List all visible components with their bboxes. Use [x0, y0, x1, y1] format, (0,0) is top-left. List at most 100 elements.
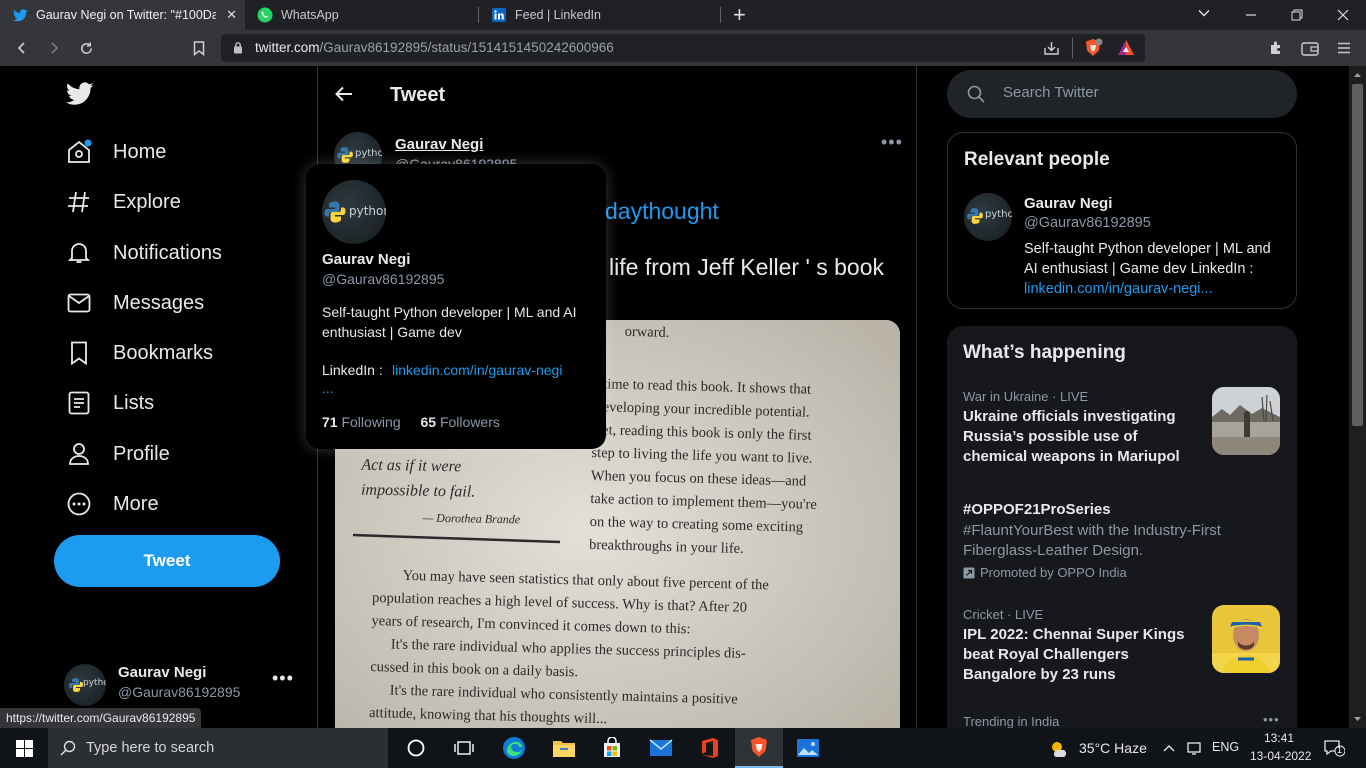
nav-item-profile[interactable]: Profile: [66, 434, 170, 474]
search-box[interactable]: [947, 70, 1297, 118]
page-scrollbar[interactable]: [1349, 66, 1366, 728]
person-handle[interactable]: @Gaurav86192895: [1024, 215, 1151, 231]
person-bio-text: Self-taught Python developer | ML and AI…: [1024, 241, 1271, 277]
back-icon[interactable]: [12, 38, 32, 58]
weather-icon[interactable]: [1048, 739, 1070, 762]
hovercard-bio: Self-taught Python developer | ML and AI…: [322, 304, 577, 340]
brave-browser-icon[interactable]: [735, 728, 783, 768]
extensions-icon[interactable]: [1266, 38, 1286, 58]
avatar[interactable]: python: [322, 180, 386, 244]
download-icon[interactable]: [1043, 40, 1060, 61]
trend-item[interactable]: War in Ukraine · LIVE Ukraine officials …: [963, 389, 1201, 467]
tab-divider: [720, 7, 721, 23]
whats-happening-panel: What’s happening War in Ukraine · LIVE U…: [947, 326, 1297, 728]
tab-whatsapp[interactable]: WhatsApp: [245, 0, 478, 30]
trend-thumbnail[interactable]: [1212, 387, 1280, 455]
reload-icon[interactable]: [76, 38, 96, 58]
windows-start-button[interactable]: [0, 728, 48, 768]
task-view-icon[interactable]: [440, 728, 488, 768]
bookmark-page-icon[interactable]: [189, 38, 209, 58]
language-indicator[interactable]: ENG: [1212, 740, 1239, 754]
relevant-people-panel: Relevant people python Gaurav Negi @Gaur…: [947, 132, 1297, 309]
person-name[interactable]: Gaurav Negi: [1024, 195, 1112, 212]
close-icon[interactable]: ✕: [226, 7, 237, 23]
nav-label: Explore: [113, 190, 181, 213]
account-switcher[interactable]: python Gaurav Negi @Gaurav86192895 •••: [64, 662, 304, 706]
notification-icon[interactable]: 1: [1323, 739, 1346, 762]
trend-headline: IPL 2022: Chennai Super Kings beat Royal…: [963, 626, 1185, 683]
cortana-icon[interactable]: [392, 728, 440, 768]
edge-icon[interactable]: [490, 728, 538, 768]
address-bar[interactable]: twitter.com/Gaurav86192895/status/151415…: [221, 34, 1145, 62]
nav-item-more[interactable]: More: [66, 484, 159, 524]
python-logo-icon: [337, 147, 353, 163]
menu-icon[interactable]: [1334, 38, 1354, 58]
more-horizontal-icon[interactable]: •••: [881, 132, 903, 153]
taskbar: Type here to search 35°C Haze ENG 13:41 …: [0, 728, 1366, 768]
linkedin-icon: [491, 7, 507, 23]
chevron-down-icon[interactable]: [1197, 6, 1211, 25]
network-icon[interactable]: [1186, 740, 1204, 761]
trend-meta: Trending in India: [963, 714, 1060, 728]
nav-item-bookmarks[interactable]: Bookmarks: [66, 333, 213, 373]
mail-app-icon[interactable]: [637, 728, 685, 768]
tab-twitter[interactable]: Gaurav Negi on Twitter: "#100Days ✕: [0, 0, 245, 30]
image-quote-author: — Dorothea Brande: [422, 510, 521, 527]
promoted-label: Promoted by OPPO India: [963, 565, 1281, 580]
more-horizontal-icon[interactable]: •••: [272, 668, 294, 689]
hovercard-linkedin-link[interactable]: linkedin.com/in/gaurav-negi: [392, 362, 562, 378]
minimize-button[interactable]: [1228, 0, 1274, 30]
trend-item-promoted[interactable]: #OPPOF21ProSeries #FlauntYourBest with t…: [963, 500, 1281, 580]
trend-thumbnail[interactable]: [1212, 605, 1280, 673]
nav-item-lists[interactable]: Lists: [66, 383, 154, 423]
clock-date[interactable]: 13-04-2022: [1250, 749, 1311, 763]
following-link[interactable]: 71 Following: [322, 414, 401, 430]
followers-link[interactable]: 65 Followers: [421, 414, 500, 430]
hovercard-handle[interactable]: @Gaurav86192895: [322, 271, 444, 287]
scroll-thumb[interactable]: [1352, 84, 1363, 426]
notification-count: 1: [1337, 745, 1343, 755]
chevron-up-icon[interactable]: [1162, 741, 1176, 759]
hovercard-link-ellipsis[interactable]: ...: [322, 380, 334, 396]
nav-item-home[interactable]: Home: [66, 132, 166, 172]
trend-meta: War in Ukraine · LIVE: [963, 389, 1089, 404]
person-link[interactable]: linkedin.com/in/gaurav-negi...: [1024, 281, 1213, 297]
file-explorer-icon[interactable]: [540, 728, 588, 768]
forward-icon[interactable]: [44, 38, 64, 58]
new-tab-button[interactable]: +: [733, 3, 746, 27]
office-icon[interactable]: [686, 728, 734, 768]
scroll-up-icon: [1354, 73, 1361, 77]
trend-item[interactable]: Trending in India: [963, 714, 1281, 728]
tab-linkedin[interactable]: Feed | LinkedIn: [479, 0, 720, 30]
trend-headline: #OPPOF21ProSeries: [963, 501, 1111, 518]
author-name[interactable]: Gaurav Negi: [395, 136, 483, 153]
avatar: python: [64, 664, 106, 706]
tweet-text: r life from Jeff Keller ' s book: [595, 254, 885, 280]
clock-time[interactable]: 13:41: [1264, 731, 1294, 745]
tweet-button[interactable]: Tweet: [54, 535, 280, 587]
brave-rewards-icon[interactable]: [1117, 39, 1135, 61]
microsoft-store-icon[interactable]: [588, 728, 636, 768]
trend-item[interactable]: Cricket · LIVE IPL 2022: Chennai Super K…: [963, 607, 1201, 685]
avatar[interactable]: python: [964, 193, 1012, 241]
taskbar-search[interactable]: Type here to search: [48, 728, 388, 768]
weather-text[interactable]: 35°C Haze: [1079, 740, 1147, 756]
close-window-button[interactable]: [1320, 0, 1366, 30]
nav-label: Notifications: [113, 241, 222, 264]
trend-meta: Cricket · LIVE: [963, 607, 1044, 622]
photos-icon[interactable]: [784, 728, 832, 768]
twitter-logo-icon[interactable]: [65, 82, 94, 111]
back-arrow-icon[interactable]: [334, 84, 354, 109]
search-input[interactable]: [1003, 84, 1263, 101]
hovercard-name[interactable]: Gaurav Negi: [322, 251, 410, 268]
tweet-hashtag[interactable]: daythought: [605, 198, 719, 225]
brave-shields-icon[interactable]: [1083, 38, 1103, 63]
tab-title: Feed | LinkedIn: [515, 8, 601, 22]
restore-button[interactable]: [1274, 0, 1320, 30]
wallet-icon[interactable]: [1300, 38, 1320, 58]
nav-item-notifications[interactable]: Notifications: [66, 233, 222, 273]
scroll-down-icon: [1354, 717, 1361, 721]
nav-item-messages[interactable]: Messages: [66, 283, 204, 323]
nav-item-explore[interactable]: Explore: [66, 182, 181, 222]
more-horizontal-icon[interactable]: •••: [1263, 712, 1280, 727]
